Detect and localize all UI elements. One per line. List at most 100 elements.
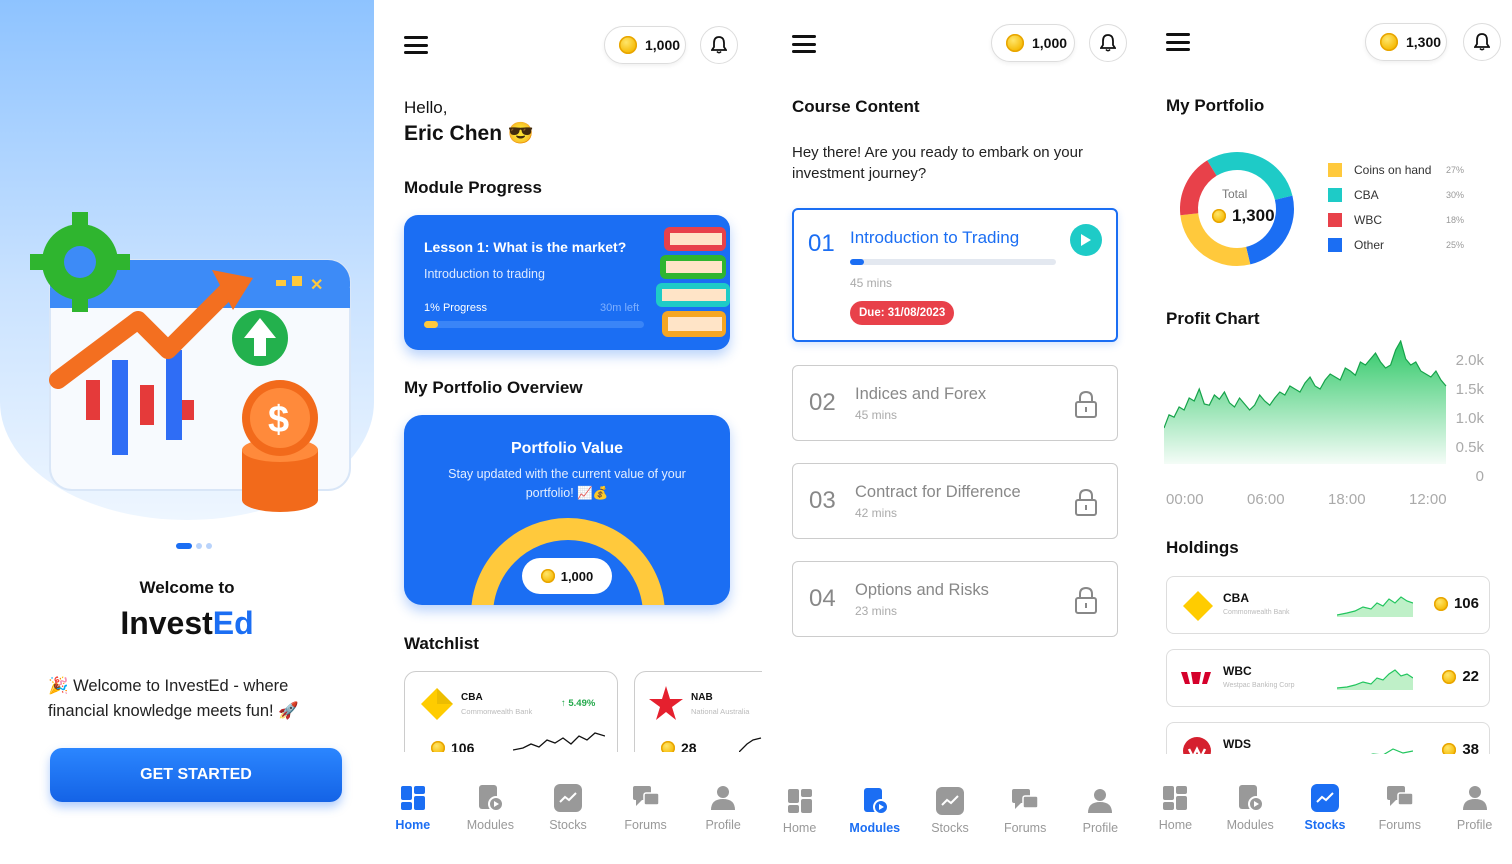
modules-icon: [476, 784, 504, 812]
legend-cba: CBA 30%: [1328, 188, 1464, 202]
modules-icon: [1236, 784, 1264, 812]
profit-area: [1164, 341, 1446, 464]
x-tick-label: 12:00: [1409, 491, 1447, 508]
legend-label: Other: [1354, 238, 1385, 252]
nab-sparkline: [739, 737, 762, 753]
cba-logo-icon: [1183, 591, 1213, 621]
legend-label: CBA: [1354, 188, 1379, 202]
module-card-03[interactable]: 03 Contract for Difference 42 mins: [792, 463, 1118, 539]
coin-balance[interactable]: 1,000: [991, 24, 1075, 62]
nav-profile[interactable]: Profile: [1068, 787, 1132, 835]
holding-company: Westpac Banking Corp: [1223, 682, 1295, 689]
nav-home[interactable]: Home: [1143, 784, 1207, 832]
welcome-screen: ✕ $ Welcome to InvestEd 🎉 Welcome to Inv…: [0, 0, 374, 864]
holding-value-text: 106: [1453, 595, 1479, 612]
module-title: Indices and Forex: [855, 384, 987, 403]
menu-icon[interactable]: [1166, 33, 1190, 51]
module-duration: 45 mins: [850, 276, 893, 290]
nav-modules[interactable]: Modules: [458, 784, 522, 832]
nav-home-label: Home: [1158, 818, 1193, 832]
nav-profile-label: Profile: [705, 818, 741, 832]
module-duration: 45 mins: [855, 407, 898, 422]
module-number: 02: [809, 389, 836, 416]
holding-card-cba[interactable]: CBA Commonwealth Bank 106: [1166, 576, 1490, 634]
nav-profile-label: Profile: [1456, 818, 1493, 832]
lesson-card[interactable]: Lesson 1: What is the market? Introducti…: [404, 215, 730, 350]
module-progress-fill: [850, 259, 864, 265]
time-left: 30m left: [600, 302, 640, 314]
bottom-nav: Home Modules Stocks Forums Profile: [762, 771, 1138, 851]
portfolio-value-pill: 1,000: [522, 558, 612, 594]
nav-modules[interactable]: Modules: [843, 787, 907, 835]
notifications-bell-icon[interactable]: [700, 26, 738, 64]
coin-balance-value: 1,000: [645, 37, 681, 53]
holding-value-text: 22: [1462, 668, 1479, 685]
coin-balance[interactable]: 1,300: [1365, 23, 1447, 61]
nav-stocks-label: Stocks: [1304, 818, 1346, 832]
module-title: Introduction to Trading: [850, 228, 1020, 247]
legend-swatch: [1328, 213, 1342, 227]
nav-stocks[interactable]: Stocks: [918, 787, 982, 835]
nav-stocks[interactable]: Stocks: [1293, 784, 1357, 832]
nav-modules-label: Modules: [1226, 818, 1274, 832]
profile-user-icon: [1461, 784, 1489, 812]
nab-logo-icon: [649, 686, 683, 720]
holding-value: 22: [1442, 668, 1479, 685]
lesson-progress-fill: [424, 321, 438, 328]
portfolio-value-subtitle: Stay updated with the current value of y…: [448, 467, 686, 500]
brand-name: InvestEd: [0, 605, 374, 642]
stocks-icon: [935, 787, 964, 815]
nav-forums-label: Forums: [624, 818, 667, 832]
legend-percent: 30%: [1445, 190, 1464, 200]
holding-card-wbc[interactable]: WBC Westpac Banking Corp 22: [1166, 649, 1490, 707]
home-screen: 1,000 Hello, Eric Chen 😎 Module Progress…: [374, 0, 762, 864]
module-card-02[interactable]: 02 Indices and Forex 45 mins: [792, 365, 1118, 441]
module-title: Contract for Difference: [855, 482, 1021, 501]
coin-balance[interactable]: 1,000: [604, 26, 686, 64]
nav-profile[interactable]: Profile: [1443, 784, 1507, 832]
portfolio-value-title: Portfolio Value: [510, 440, 623, 457]
home-grid-icon: [399, 784, 427, 812]
notifications-bell-icon[interactable]: [1089, 24, 1127, 62]
module-card-04[interactable]: 04 Options and Risks 23 mins: [792, 561, 1118, 637]
portfolio-value-card[interactable]: Portfolio Value Stay updated with the cu…: [404, 415, 730, 605]
nav-home-label: Home: [395, 818, 431, 832]
my-portfolio-title: My Portfolio: [1166, 96, 1265, 115]
lesson-progress-bar: [424, 321, 644, 328]
y-tick-label: 2.0k: [1456, 352, 1485, 369]
books-illustration: [656, 227, 730, 337]
nav-modules[interactable]: Modules: [1218, 784, 1282, 832]
nav-home[interactable]: Home: [381, 784, 445, 832]
home-grid-icon: [1161, 784, 1189, 812]
user-name: Eric Chen 😎: [404, 122, 534, 146]
welcome-heading: Welcome to: [139, 578, 235, 597]
menu-icon[interactable]: [404, 36, 428, 54]
legend-percent: 25%: [1445, 240, 1464, 250]
forums-chat-icon: [632, 784, 660, 812]
stocks-icon: [1310, 784, 1339, 812]
nav-stocks[interactable]: Stocks: [536, 784, 600, 832]
carousel-dots[interactable]: [176, 543, 212, 549]
nav-home[interactable]: Home: [768, 787, 832, 835]
watchlist-ticker: NAB: [691, 692, 713, 703]
watchlist-company: National Australia: [691, 707, 750, 716]
portfolio-value: 1,000: [560, 568, 594, 584]
y-tick-label: 1.0k: [1456, 410, 1485, 427]
nav-forums[interactable]: Forums: [614, 784, 678, 832]
notifications-bell-icon[interactable]: [1463, 23, 1501, 61]
nav-forums[interactable]: Forums: [993, 787, 1057, 835]
x-tick-label: 00:00: [1166, 491, 1204, 508]
lock-icon: [1075, 488, 1097, 516]
menu-icon[interactable]: [792, 35, 816, 53]
coin-icon: [1433, 596, 1448, 611]
module-card-01[interactable]: 01 Introduction to Trading 45 mins Due: …: [792, 208, 1118, 342]
coin-balance-value: 1,300: [1406, 34, 1442, 50]
nav-forums[interactable]: Forums: [1368, 784, 1432, 832]
play-button-icon[interactable]: [1070, 224, 1102, 256]
nav-modules-label: Modules: [466, 818, 515, 832]
westpac-logo-icon: [1181, 672, 1211, 684]
get-started-button[interactable]: GET STARTED: [50, 748, 342, 802]
nav-profile[interactable]: Profile: [691, 784, 755, 832]
holding-sparkline: [1337, 669, 1413, 690]
donut-total-label: Total: [1222, 187, 1248, 201]
